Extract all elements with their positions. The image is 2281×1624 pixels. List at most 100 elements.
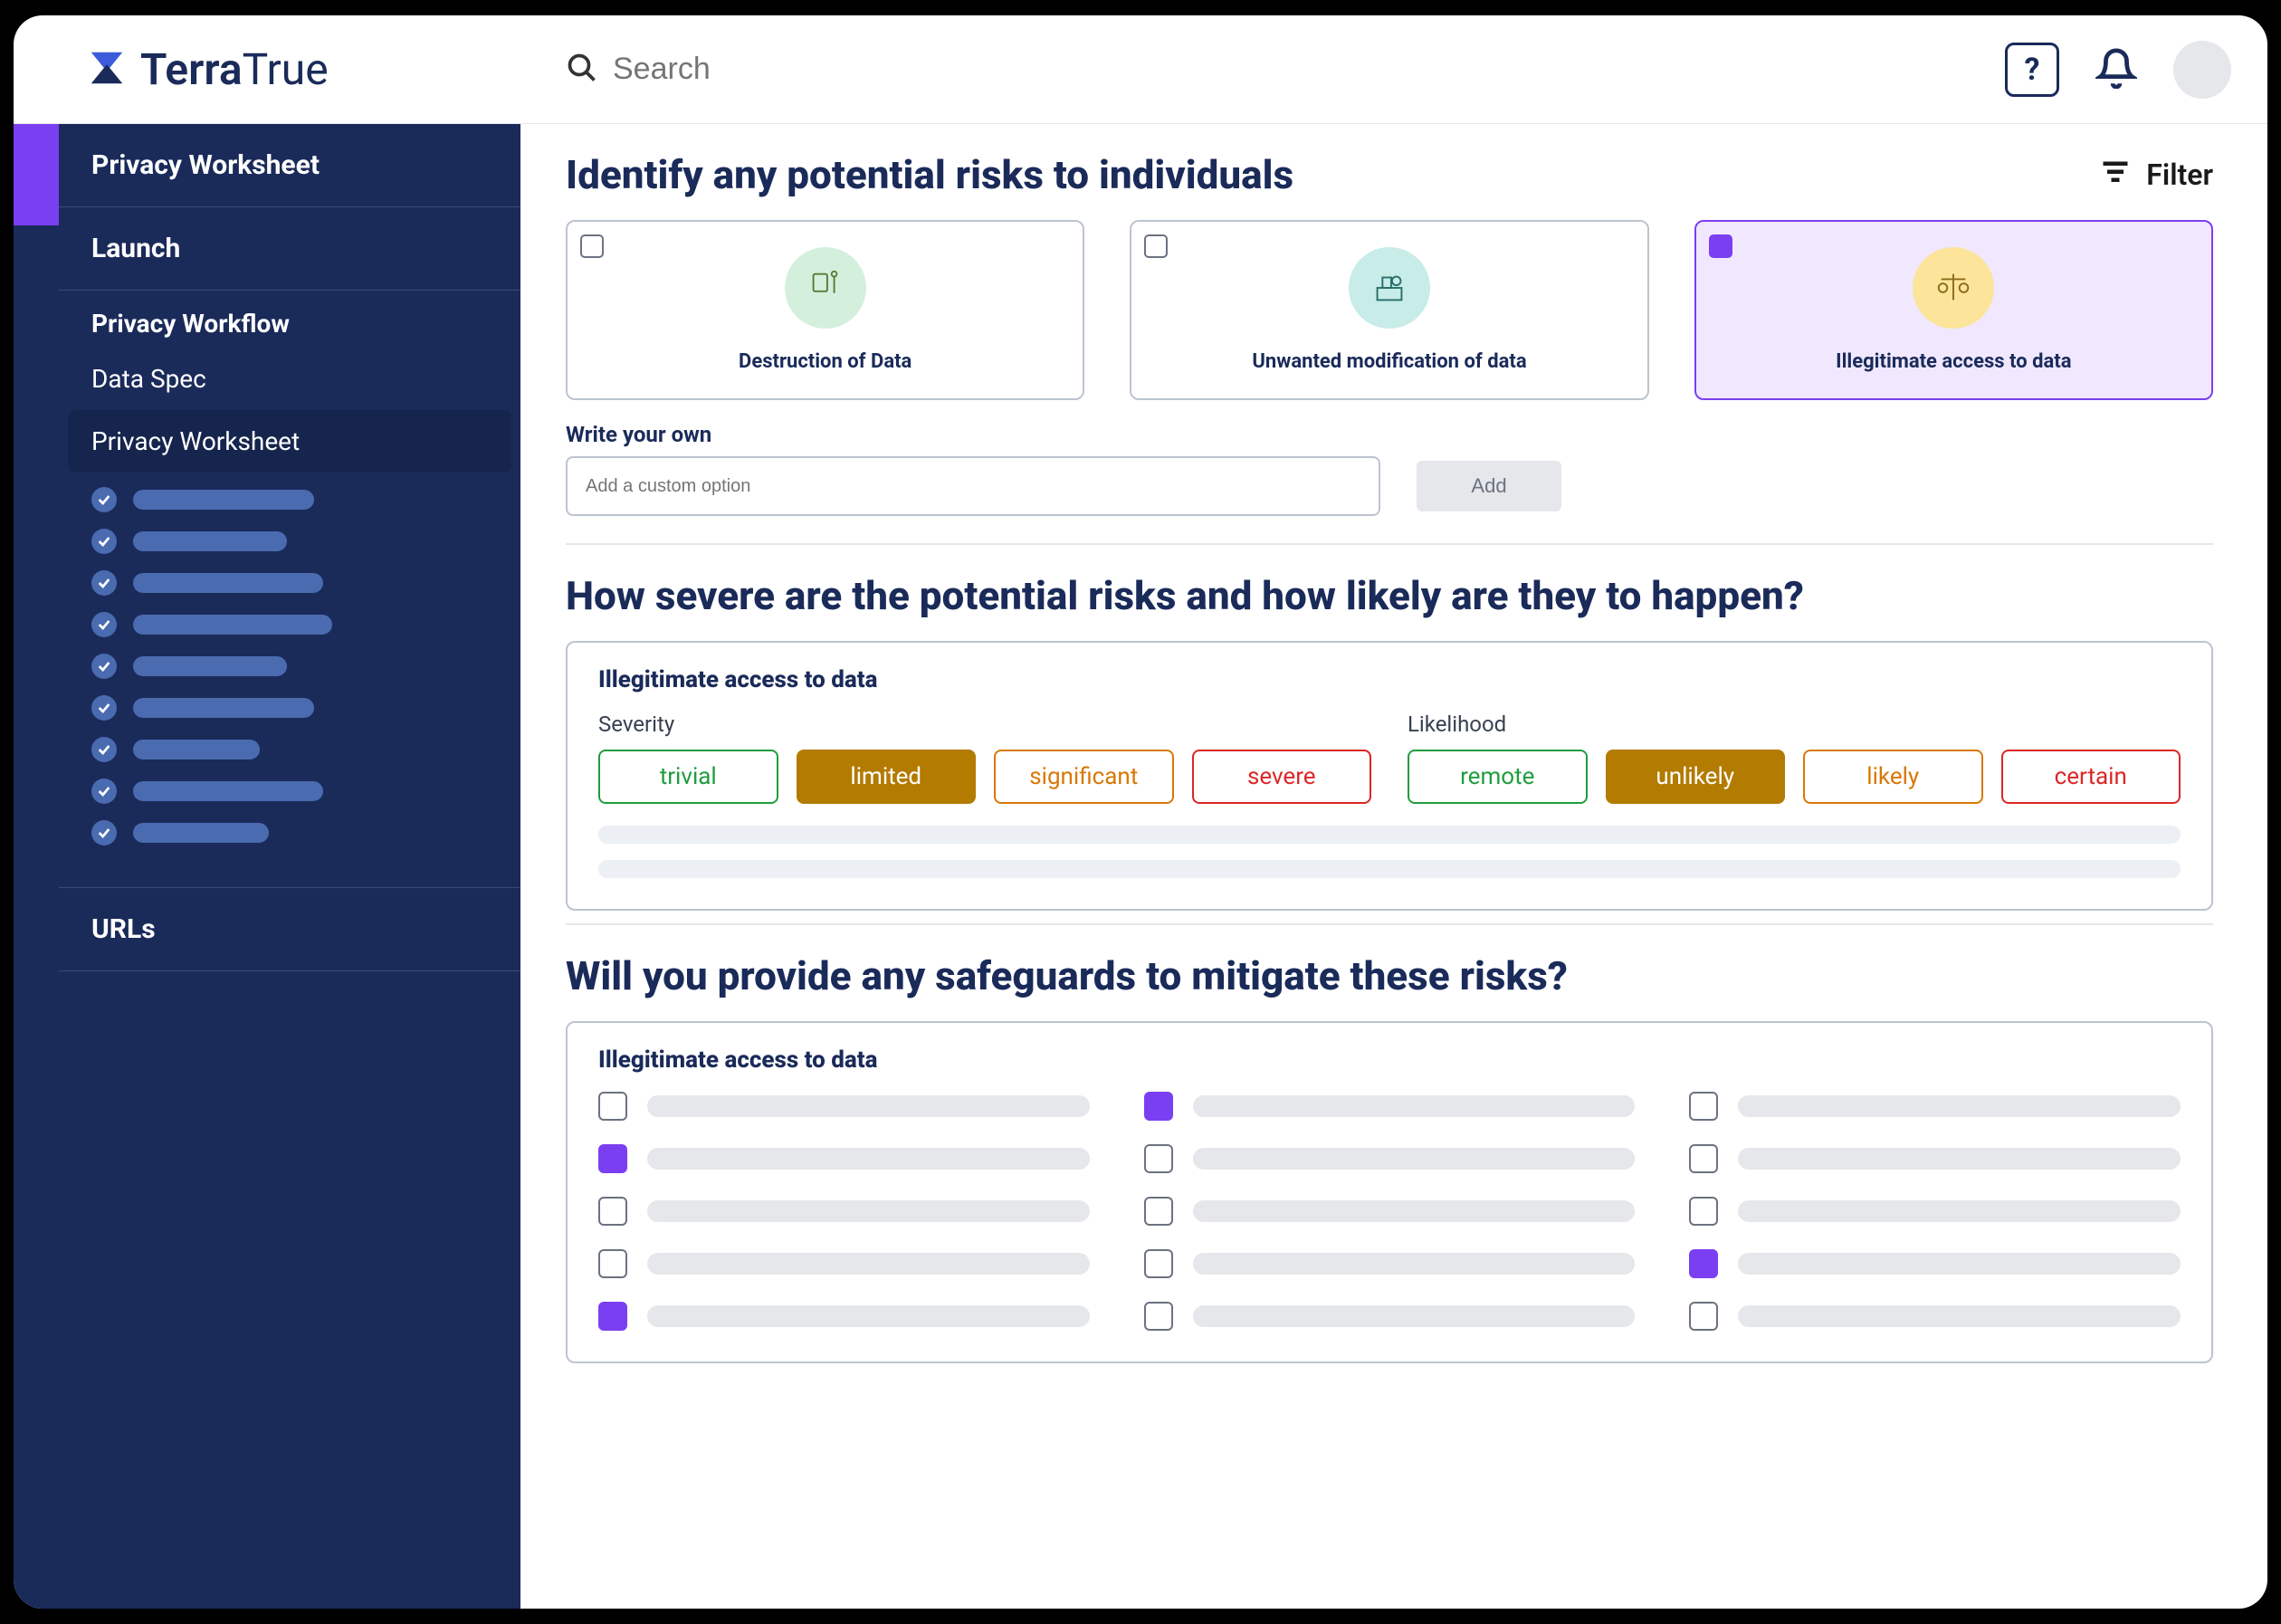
checklist-label-placeholder <box>133 823 269 843</box>
help-button[interactable]: ? <box>2005 43 2059 97</box>
safeguard-checkbox[interactable] <box>1689 1092 1718 1121</box>
logo-mark-icon <box>86 47 128 92</box>
logo-text: TerraTrue <box>140 43 329 95</box>
check-icon <box>91 487 117 512</box>
safeguard-checkbox[interactable] <box>598 1249 627 1278</box>
safeguard-item <box>1144 1197 1636 1226</box>
safeguard-checkbox[interactable] <box>1144 1302 1173 1331</box>
safeguard-item <box>1144 1092 1636 1121</box>
likelihood-option[interactable]: remote <box>1408 750 1588 804</box>
safeguard-label-placeholder <box>1193 1148 1636 1170</box>
check-icon <box>91 779 117 804</box>
safeguard-checkbox[interactable] <box>1144 1092 1173 1121</box>
severity-option[interactable]: limited <box>797 750 977 804</box>
safeguard-item <box>1689 1197 2181 1226</box>
search-area <box>520 52 2005 88</box>
safeguard-checkbox[interactable] <box>598 1302 627 1331</box>
safeguard-item <box>1689 1092 2181 1121</box>
avatar[interactable] <box>2173 41 2231 99</box>
safeguard-checkbox[interactable] <box>1689 1144 1718 1173</box>
divider <box>566 543 2213 545</box>
risk-label: Unwanted modification of data <box>1252 350 1526 373</box>
custom-option-input[interactable] <box>566 456 1380 516</box>
risk-card[interactable]: Unwanted modification of data <box>1130 220 1648 400</box>
checklist-item[interactable] <box>91 654 488 679</box>
safeguard-label-placeholder <box>647 1253 1090 1275</box>
check-icon <box>91 529 117 554</box>
safeguard-checkbox[interactable] <box>1144 1144 1173 1173</box>
search-input[interactable] <box>613 52 975 87</box>
likelihood-options: remote unlikely likely certain <box>1408 750 2181 804</box>
checklist-item[interactable] <box>91 695 488 721</box>
sidebar-link-data-spec[interactable]: Data Spec <box>59 348 520 410</box>
safeguard-checkbox[interactable] <box>1144 1197 1173 1226</box>
risk-cards: Destruction of Data Unwanted modification… <box>566 220 2213 400</box>
safeguard-label-placeholder <box>1738 1305 2181 1327</box>
safeguard-label-placeholder <box>1738 1095 2181 1117</box>
check-icon <box>91 654 117 679</box>
check-icon <box>91 695 117 721</box>
checklist-item[interactable] <box>91 487 488 512</box>
add-button[interactable]: Add <box>1417 461 1561 511</box>
section-title-risks: Identify any potential risks to individu… <box>566 151 1293 198</box>
risk-checkbox[interactable] <box>580 234 604 258</box>
severity-option[interactable]: severe <box>1192 750 1372 804</box>
safeguard-item <box>598 1249 1090 1278</box>
safeguard-label-placeholder <box>647 1095 1090 1117</box>
filter-button[interactable]: Filter <box>2099 155 2213 195</box>
checklist-item[interactable] <box>91 570 488 596</box>
risk-checkbox[interactable] <box>1144 234 1168 258</box>
safeguard-label-placeholder <box>1738 1148 2181 1170</box>
accent-indicator <box>14 124 59 225</box>
logo[interactable]: TerraTrue <box>14 43 520 95</box>
sidebar-item-urls[interactable]: URLs <box>59 888 520 970</box>
safeguard-checkbox[interactable] <box>1689 1302 1718 1331</box>
likelihood-option[interactable]: certain <box>2001 750 2181 804</box>
content: Identify any potential risks to individu… <box>520 124 2267 1609</box>
checklist-label-placeholder <box>133 615 332 635</box>
accent-strip <box>14 124 59 1609</box>
safeguard-checkbox[interactable] <box>1689 1197 1718 1226</box>
sidebar-header[interactable]: Privacy Worksheet <box>59 124 520 206</box>
safeguard-checkbox[interactable] <box>598 1197 627 1226</box>
filter-icon <box>2099 155 2132 195</box>
risk-card[interactable]: Illegitimate access to data <box>1694 220 2213 400</box>
sidebar: Privacy Worksheet Launch Privacy Workflo… <box>59 124 520 1609</box>
severity-option[interactable]: significant <box>994 750 1174 804</box>
severity-panel: Illegitimate access to data Severity tri… <box>566 641 2213 911</box>
severity-option[interactable]: trivial <box>598 750 778 804</box>
section-title-safeguards: Will you provide any safeguards to mitig… <box>566 952 2213 999</box>
risk-icon <box>1349 247 1430 329</box>
safeguard-label-placeholder <box>647 1148 1090 1170</box>
sidebar-label-workflow: Privacy Workflow <box>59 291 520 348</box>
safeguard-checkbox[interactable] <box>1144 1249 1173 1278</box>
checklist-label-placeholder <box>133 698 314 718</box>
checklist-item[interactable] <box>91 779 488 804</box>
filter-label: Filter <box>2146 158 2213 192</box>
likelihood-option[interactable]: likely <box>1803 750 1983 804</box>
safeguard-item <box>1144 1249 1636 1278</box>
safeguard-checkbox[interactable] <box>598 1092 627 1121</box>
sidebar-link-privacy-worksheet[interactable]: Privacy Worksheet <box>68 410 511 473</box>
check-icon <box>91 820 117 845</box>
likelihood-option[interactable]: unlikely <box>1606 750 1786 804</box>
safeguard-label-placeholder <box>1738 1200 2181 1222</box>
topbar: TerraTrue ? <box>14 15 2267 124</box>
risk-card[interactable]: Destruction of Data <box>566 220 1084 400</box>
checklist-item[interactable] <box>91 820 488 845</box>
sidebar-item-launch[interactable]: Launch <box>59 207 520 290</box>
checklist-item[interactable] <box>91 529 488 554</box>
risk-checkbox[interactable] <box>1709 234 1732 258</box>
checklist-item[interactable] <box>91 737 488 762</box>
search-icon <box>566 52 598 88</box>
topbar-actions: ? <box>2005 41 2231 99</box>
safeguard-item <box>1689 1302 2181 1331</box>
notifications-button[interactable] <box>2095 47 2137 92</box>
checklist-label-placeholder <box>133 656 287 676</box>
safeguard-checkbox[interactable] <box>1689 1249 1718 1278</box>
safeguard-item <box>1689 1144 2181 1173</box>
safeguard-item <box>1144 1302 1636 1331</box>
checklist-item[interactable] <box>91 612 488 637</box>
safeguard-checkbox[interactable] <box>598 1144 627 1173</box>
checklist-label-placeholder <box>133 490 314 510</box>
